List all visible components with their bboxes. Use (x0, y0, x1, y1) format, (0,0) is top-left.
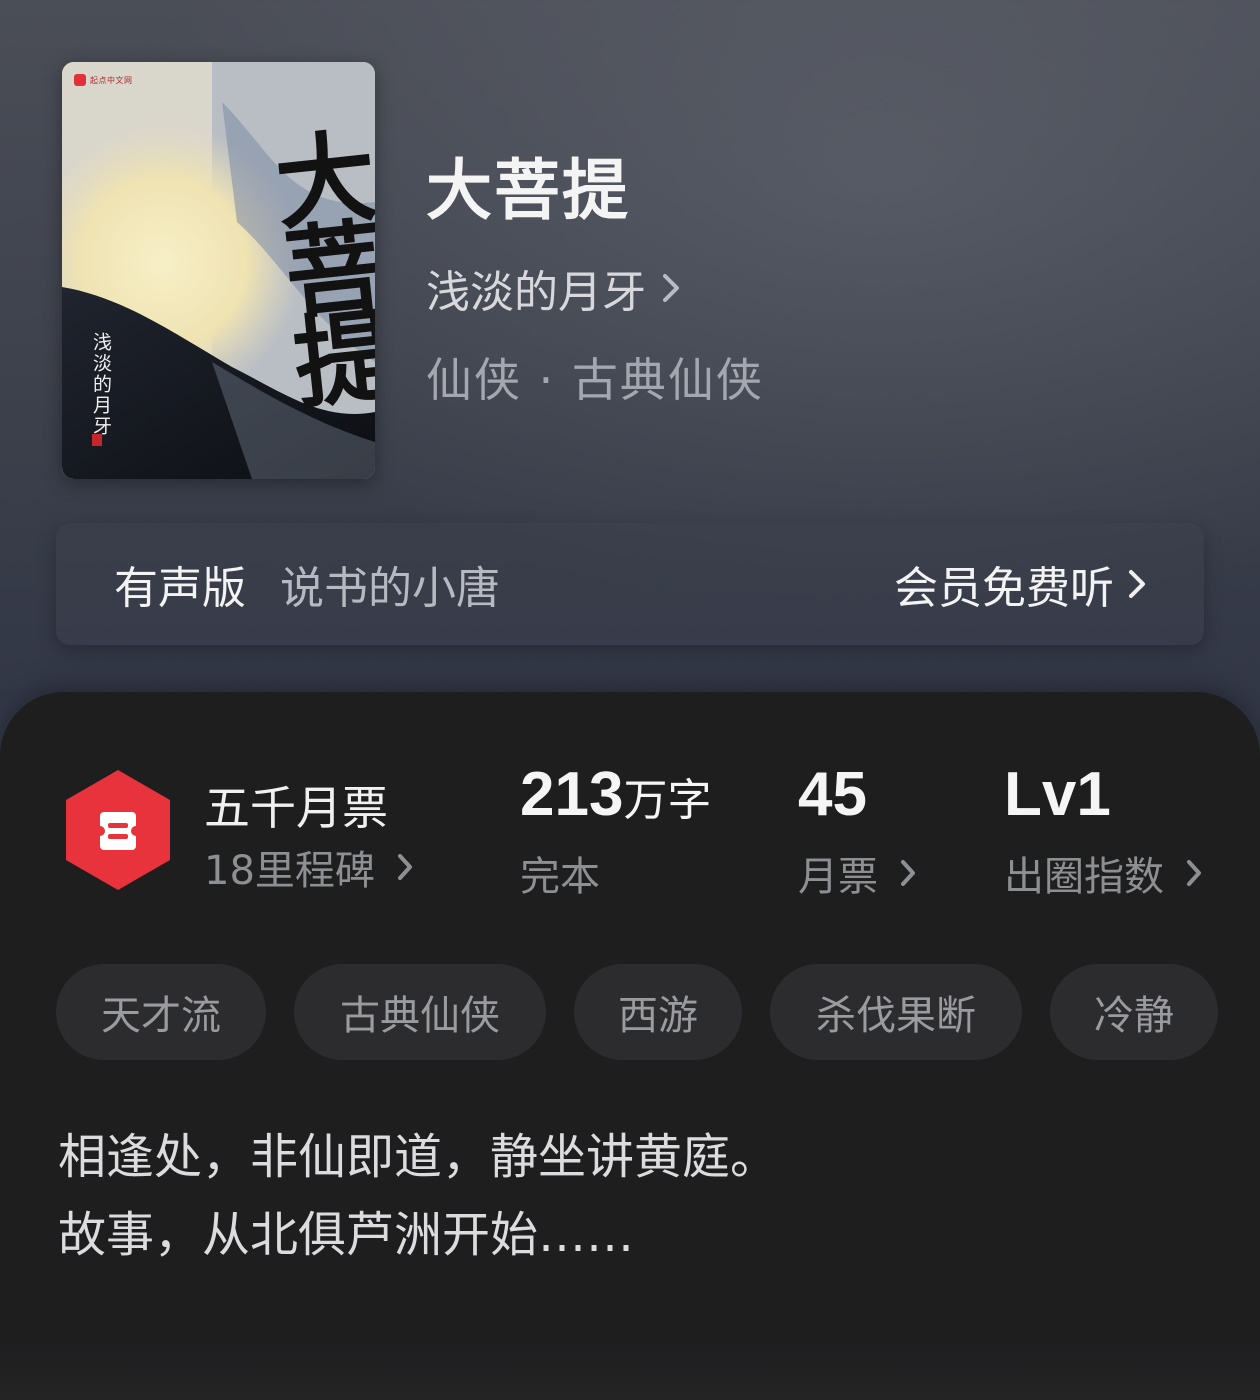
audiobook-label: 有声版 (114, 563, 246, 614)
book-description[interactable]: 相逢处，非仙即道，静坐讲黄庭。 故事，从北俱芦洲开始…… (58, 1118, 778, 1274)
breakout-level-value: Lv1 (1004, 760, 1111, 829)
word-count-value: 213 (520, 760, 624, 829)
tag-chip[interactable]: 西游 (574, 964, 742, 1060)
book-cover[interactable]: 起点中文网 大菩提 浅淡的月牙 (62, 62, 375, 479)
cover-seal-icon (92, 434, 102, 446)
word-count: 213万字 (520, 764, 711, 832)
tag-chip[interactable]: 天才流 (56, 964, 266, 1060)
tag-chip[interactable]: 古典仙侠 (294, 964, 546, 1060)
chevron-right-icon (1129, 570, 1145, 598)
milestone-title: 五千月票 (204, 781, 388, 835)
tag-chip[interactable]: 冷静 (1050, 964, 1218, 1060)
breakout-index-label: 出圈指数 (1004, 854, 1164, 900)
publisher-badge: 起点中文网 (74, 73, 133, 87)
description-line: 故事，从北俱芦洲开始…… (58, 1207, 635, 1263)
monthly-votes-link[interactable]: 月票 (798, 844, 916, 902)
chevron-right-icon (901, 860, 915, 886)
member-free-listen-label: 会员免费听 (894, 563, 1114, 614)
publisher-name: 起点中文网 (90, 75, 133, 85)
milestone-link[interactable]: 18里程碑 (204, 838, 413, 896)
monthly-ticket-badge-icon[interactable] (62, 768, 174, 892)
genre-label[interactable]: 仙侠 · 古典仙侠 (426, 344, 764, 410)
completion-status: 完本 (520, 844, 600, 902)
description-line: 相逢处，非仙即道，静坐讲黄庭。 (58, 1129, 779, 1185)
book-title: 大菩提 (426, 151, 630, 229)
monthly-votes-value: 45 (798, 760, 867, 829)
member-free-listen-button[interactable]: 会员免费听 (894, 552, 1146, 616)
chevron-right-icon (397, 854, 412, 880)
author-link[interactable]: 浅淡的月牙 (426, 260, 680, 318)
chevron-right-icon (663, 274, 679, 302)
monthly-votes-label: 月票 (798, 854, 878, 900)
cover-calligraphy-author: 浅淡的月牙 (90, 332, 112, 437)
audiobook-bar[interactable]: 有声版 说书的小唐 会员免费听 (56, 523, 1204, 645)
milestone-sub: 18里程碑 (204, 848, 375, 894)
tag-chip[interactable]: 杀伐果断 (770, 964, 1022, 1060)
bottom-fade (0, 1340, 1260, 1400)
breakout-index-link[interactable]: 出圈指数 (1004, 844, 1202, 902)
word-count-unit: 万字 (623, 775, 712, 826)
chevron-right-icon (1187, 860, 1201, 886)
cover-calligraphy-title: 大菩提 (252, 122, 375, 404)
author-name: 浅淡的月牙 (426, 267, 646, 318)
audiobook-narrator: 说书的小唐 (280, 563, 500, 614)
completion-status-label: 完本 (520, 854, 600, 900)
publisher-logo-icon (74, 74, 86, 86)
